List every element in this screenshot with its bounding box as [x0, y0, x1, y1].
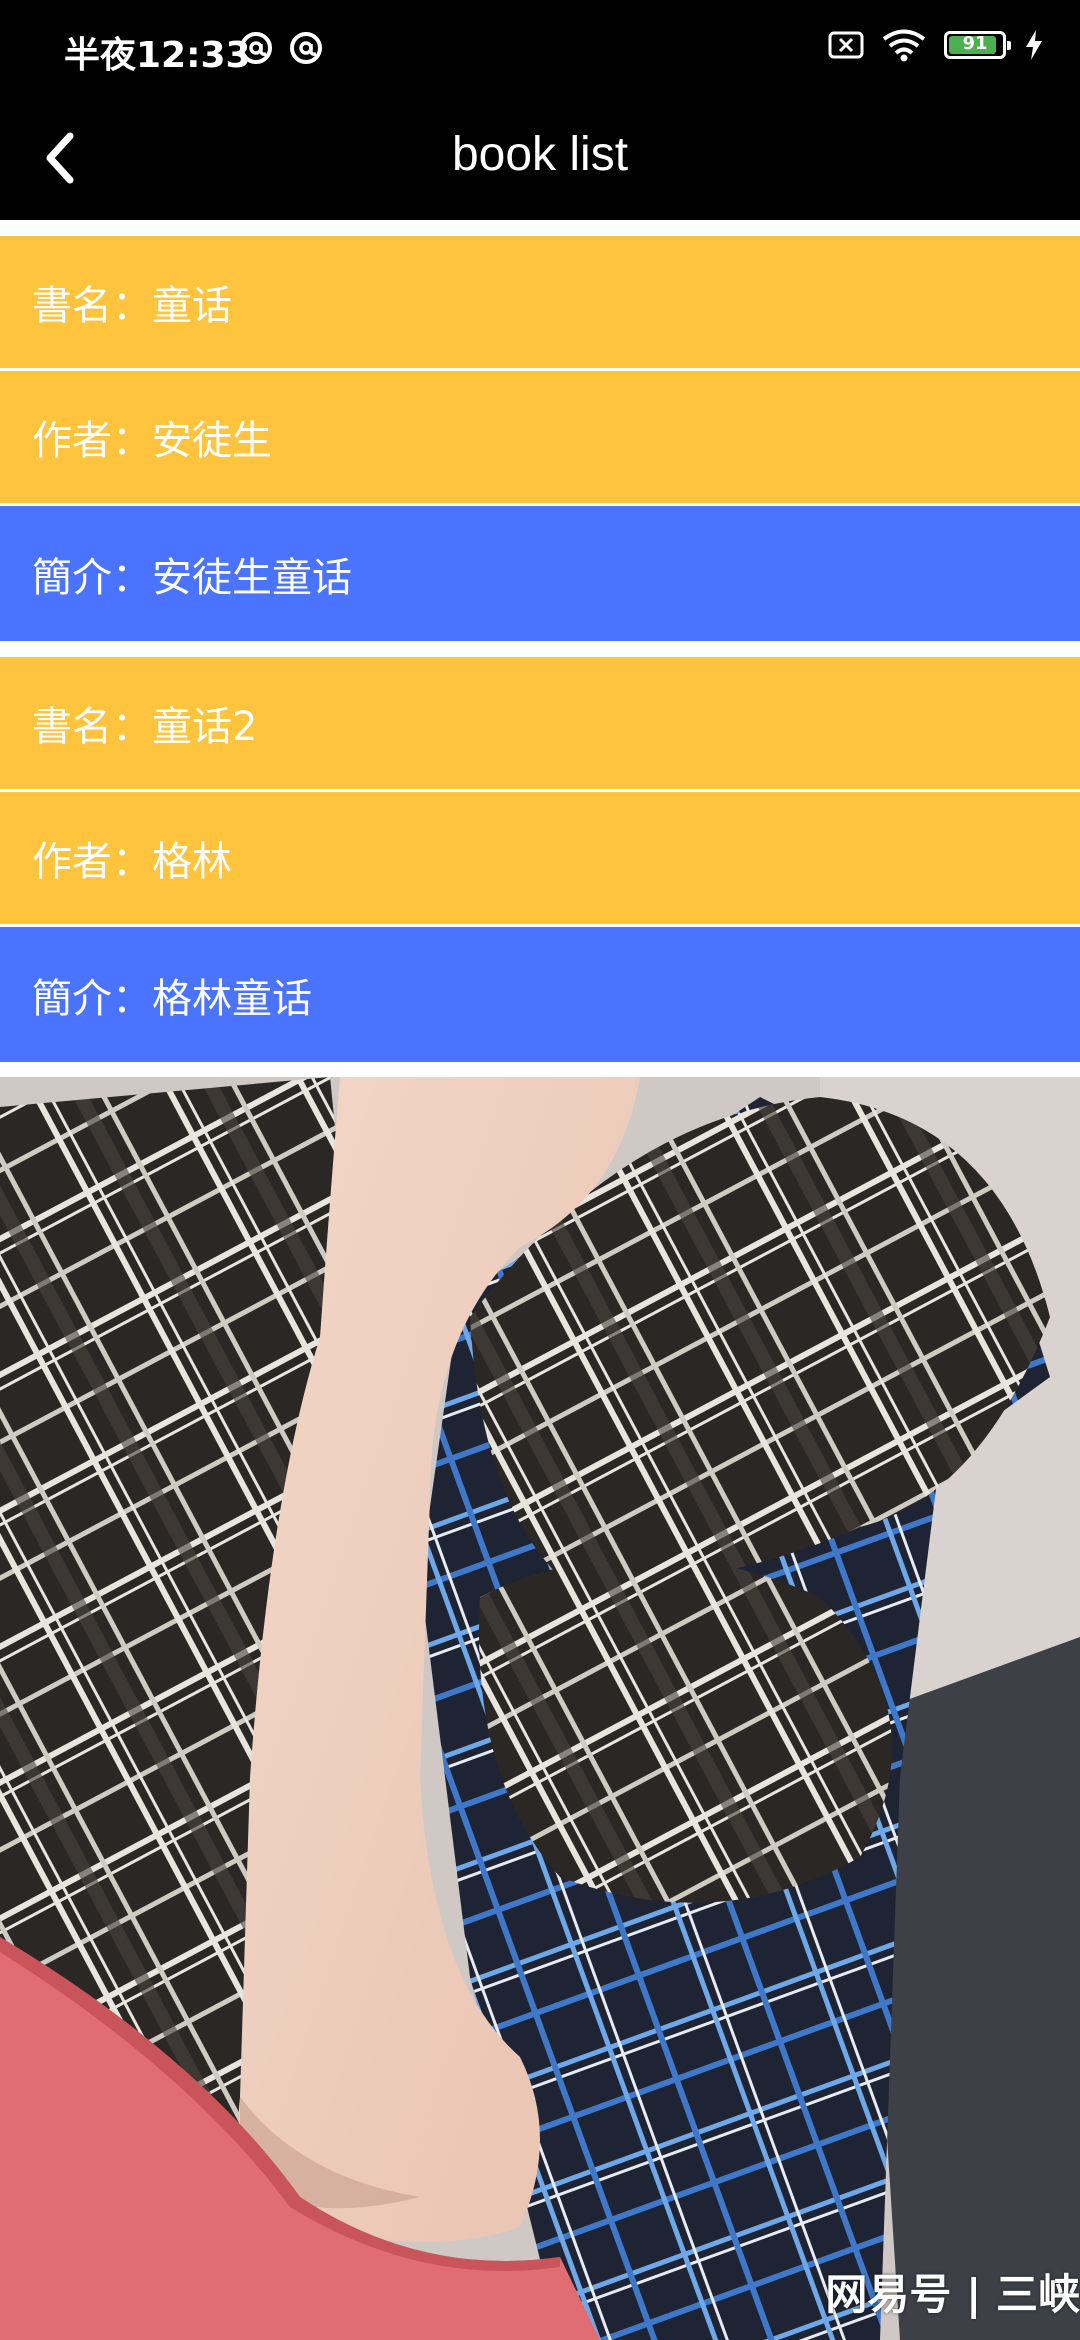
book-title-label: 書名：: [32, 704, 152, 750]
wifi-icon: [882, 29, 926, 62]
book-title: 童话2: [152, 704, 258, 750]
book-intro: 安徒生童话: [152, 554, 352, 601]
book-author-label: 作者：: [32, 418, 152, 464]
background-photo: 网易号 | 三峡: [0, 1077, 1080, 2340]
book-title-row: 書名： 童话: [0, 236, 1080, 371]
book-author-label: 作者：: [32, 839, 152, 885]
at-sign-icon: [290, 32, 322, 64]
status-notification-icons: [238, 30, 324, 66]
battery-icon: 91: [944, 31, 1011, 59]
book-card[interactable]: 書名： 童话2 作者： 格林 簡介： 格林童话: [0, 641, 1080, 1062]
charging-bolt-icon: [1026, 30, 1042, 60]
book-intro-row: 簡介： 格林童话: [0, 927, 1080, 1062]
book-title-row: 書名： 童话2: [0, 657, 1080, 792]
battery-level: 91: [962, 33, 988, 54]
app-bar: book list: [0, 98, 1080, 220]
book-author: 安徒生: [152, 418, 272, 464]
book-title-label: 書名：: [32, 283, 152, 329]
book-list: 書名： 童话 作者： 安徒生 簡介： 安徒生童话 書名： 童话2 作者： 格林 …: [0, 220, 1080, 1062]
status-bar: 半夜12:33 91: [0, 0, 1080, 98]
battery-cap: [1007, 41, 1011, 50]
book-author: 格林: [152, 839, 232, 885]
book-author-row: 作者： 安徒生: [0, 371, 1080, 506]
book-intro-row: 簡介： 安徒生童话: [0, 506, 1080, 641]
at-sign-icon: [240, 32, 272, 64]
book-intro: 格林童话: [152, 975, 312, 1022]
plaid-shirt-photo: [0, 1077, 1080, 2340]
book-intro-label: 簡介：: [32, 554, 152, 601]
status-system-icons: 91: [828, 28, 1044, 62]
book-intro-label: 簡介：: [32, 975, 152, 1022]
page-title: book list: [451, 128, 629, 181]
status-time: 半夜12:33: [64, 35, 251, 76]
no-sim-icon: [828, 31, 864, 59]
watermark: 网易号 | 三峡: [825, 2270, 1080, 2319]
book-author-row: 作者： 格林: [0, 792, 1080, 927]
book-card[interactable]: 書名： 童话 作者： 安徒生 簡介： 安徒生童话: [0, 220, 1080, 641]
book-title: 童话: [152, 283, 232, 329]
